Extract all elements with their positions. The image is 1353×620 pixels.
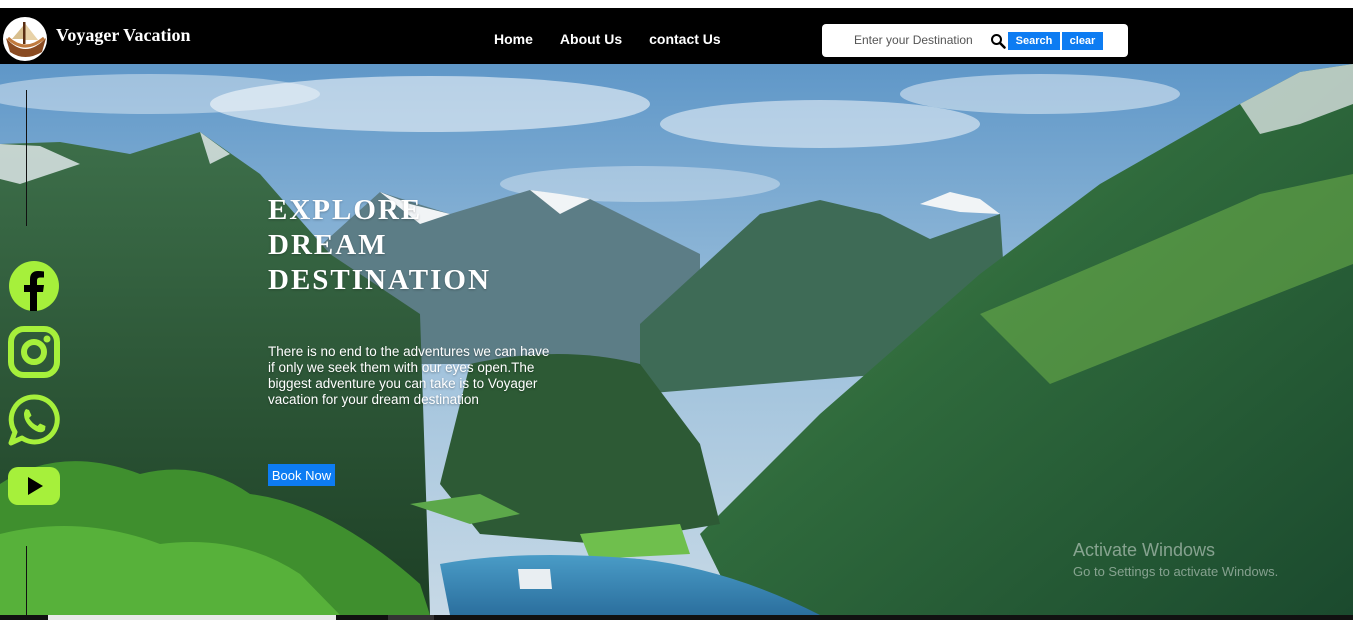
destination-search-input[interactable] — [838, 30, 1004, 50]
whatsapp-icon[interactable] — [8, 394, 60, 446]
wooden-boat-icon[interactable] — [2, 16, 48, 62]
brand-name[interactable]: Voyager Vacation — [56, 25, 191, 46]
clear-button[interactable]: clear — [1062, 32, 1103, 50]
book-now-button[interactable]: Book Now — [268, 464, 335, 486]
bottom-tab-strip-dark — [388, 615, 434, 620]
nav-contact-us[interactable]: contact Us — [649, 31, 721, 47]
nav-about-us[interactable]: About Us — [560, 31, 622, 47]
headline-line-1: EXPLORE — [268, 194, 423, 226]
activate-windows-subtitle: Go to Settings to activate Windows. — [1073, 564, 1279, 579]
activate-windows-title: Activate Windows — [1073, 540, 1216, 560]
hero-section: EXPLORE DREAM DESTINATION There is no en… — [0, 64, 1353, 615]
nav-home[interactable]: Home — [494, 31, 533, 47]
facebook-icon[interactable] — [8, 260, 60, 312]
search-icon[interactable] — [990, 33, 1006, 49]
search-box: Search clear — [822, 24, 1128, 57]
headline-line-3: DESTINATION — [268, 264, 491, 296]
left-divider-bottom — [26, 546, 27, 615]
hero-tagline: There is no end to the adventures we can… — [268, 344, 550, 407]
instagram-icon[interactable] — [8, 326, 60, 378]
fjord-landscape-image — [0, 64, 1353, 615]
youtube-icon[interactable] — [8, 464, 60, 516]
search-button[interactable]: Search — [1008, 32, 1060, 50]
navbar: Voyager Vacation Home About Us contact U… — [0, 8, 1353, 64]
headline-line-2: DREAM — [268, 229, 388, 261]
main-nav: Home About Us contact Us — [494, 31, 748, 47]
bottom-tab-strip — [48, 615, 336, 620]
top-strip — [0, 0, 1353, 8]
left-divider-top — [26, 90, 27, 226]
hero-headline: EXPLORE DREAM DESTINATION — [268, 193, 491, 298]
